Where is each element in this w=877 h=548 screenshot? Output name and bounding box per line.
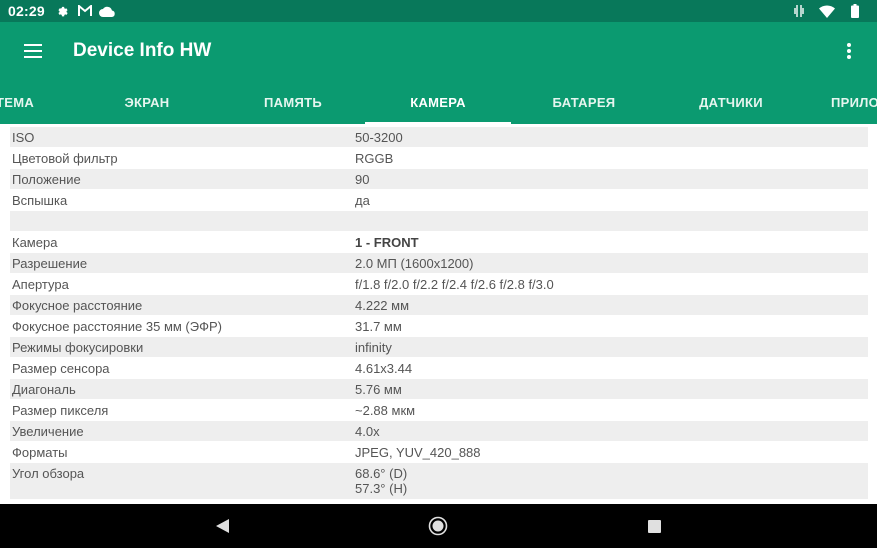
row-value: ~2.88 мкм — [355, 403, 416, 418]
battery-icon — [847, 3, 863, 19]
row-label: Положение — [12, 172, 81, 187]
tab-sensors[interactable]: ДАТЧИКИ — [658, 80, 804, 124]
row-label: Цветовой фильтр — [12, 151, 118, 166]
row-label: Форматы — [12, 445, 68, 460]
gmail-icon — [77, 3, 93, 19]
row-value: 4.0x — [355, 424, 380, 439]
row-value: JPEG, YUV_420_888 — [355, 445, 481, 460]
navigation-bar — [0, 504, 877, 548]
tab-apps[interactable]: ПРИЛО — [805, 80, 877, 124]
tab-bar: ТЕМА ЭКРАН ПАМЯТЬ КАМЕРА БАТАРЕЯ ДАТЧИКИ… — [0, 80, 877, 124]
back-triangle-icon[interactable] — [202, 504, 242, 548]
row-label: ISO — [12, 130, 35, 145]
row-label: Фокусное расстояние — [12, 298, 143, 313]
table-row: Цветовой фильтр RGGB — [10, 148, 868, 168]
row-value: 1 - FRONT — [355, 235, 419, 250]
table-row: Положение 90 — [10, 169, 868, 189]
row-value: f/1.8 f/2.0 f/2.2 f/2.4 f/2.6 f/2.8 f/3.… — [355, 277, 554, 292]
row-label: Режимы фокусировки — [12, 340, 144, 355]
table-row: Апертура f/1.8 f/2.0 f/2.2 f/2.4 f/2.6 f… — [10, 274, 868, 294]
status-time: 02:29 — [8, 3, 45, 19]
tab-screen[interactable]: ЭКРАН — [74, 80, 220, 124]
wifi-icon — [819, 3, 835, 19]
app-title: Device Info HW — [73, 40, 212, 61]
row-value: 90 — [355, 172, 370, 187]
row-label: Угол обзора — [12, 466, 85, 481]
table-row: Размер пикселя ~2.88 мкм — [10, 400, 868, 420]
tab-camera[interactable]: КАМЕРА — [365, 80, 511, 124]
row-label: Апертура — [12, 277, 69, 292]
row-label: Разрешение — [12, 256, 88, 271]
table-row: Камера 1 - FRONT — [10, 232, 868, 252]
table-row: Увеличение 4.0x — [10, 421, 868, 441]
table-row: Форматы JPEG, YUV_420_888 — [10, 442, 868, 462]
row-value: 68.6° (D) 57.3° (H) — [355, 466, 407, 496]
table-row-spacer — [10, 211, 868, 231]
row-value: 2.0 МП (1600x1200) — [355, 256, 474, 271]
more-vert-icon[interactable] — [821, 22, 877, 80]
row-value-line: 57.3° (H) — [355, 481, 408, 496]
row-value: infinity — [355, 340, 392, 355]
row-value-line: 68.6° (D) — [355, 466, 408, 481]
vibrate-icon — [791, 3, 807, 19]
cloud-icon — [98, 3, 115, 19]
row-value: RGGB — [355, 151, 394, 166]
row-value: 50-3200 — [355, 130, 403, 145]
row-label: Размер пикселя — [12, 403, 109, 418]
home-circle-icon[interactable] — [418, 504, 458, 548]
app-bar: Device Info HW — [0, 22, 877, 80]
gear-icon — [55, 3, 71, 19]
table-row: Вспышка да — [10, 190, 868, 210]
tab-memory[interactable]: ПАМЯТЬ — [220, 80, 366, 124]
row-label: Диагональ — [12, 382, 76, 397]
camera-info-table[interactable]: ISO 50-3200 Цветовой фильтр RGGB Положен… — [0, 124, 877, 504]
status-bar: 02:29 — [0, 0, 877, 22]
tab-battery[interactable]: БАТАРЕЯ — [511, 80, 657, 124]
row-label: Вспышка — [12, 193, 68, 208]
table-row: Размер сенсора 4.61x3.44 — [10, 358, 868, 378]
row-label: Камера — [12, 235, 58, 250]
table-row: Разрешение 2.0 МП (1600x1200) — [10, 253, 868, 273]
row-value: 4.61x3.44 — [355, 361, 413, 376]
table-row: Угол обзора 68.6° (D) 57.3° (H) — [10, 463, 868, 499]
row-value: 31.7 мм — [355, 319, 402, 334]
hamburger-menu-icon[interactable] — [0, 22, 66, 80]
row-value: да — [355, 193, 370, 208]
table-row: Режимы фокусировки infinity — [10, 337, 868, 357]
row-label: Размер сенсора — [12, 361, 110, 376]
row-value: 5.76 мм — [355, 382, 402, 397]
table-row: Фокусное расстояние 4.222 мм — [10, 295, 868, 315]
recents-square-icon[interactable] — [634, 504, 674, 548]
table-row: Фокусное расстояние 35 мм (ЭФР) 31.7 мм — [10, 316, 868, 336]
table-row: Диагональ 5.76 мм — [10, 379, 868, 399]
row-value: 4.222 мм — [355, 298, 410, 313]
row-label: Фокусное расстояние 35 мм (ЭФР) — [12, 319, 222, 334]
table-row: ISO 50-3200 — [10, 127, 868, 147]
row-label: Увеличение — [12, 424, 84, 439]
